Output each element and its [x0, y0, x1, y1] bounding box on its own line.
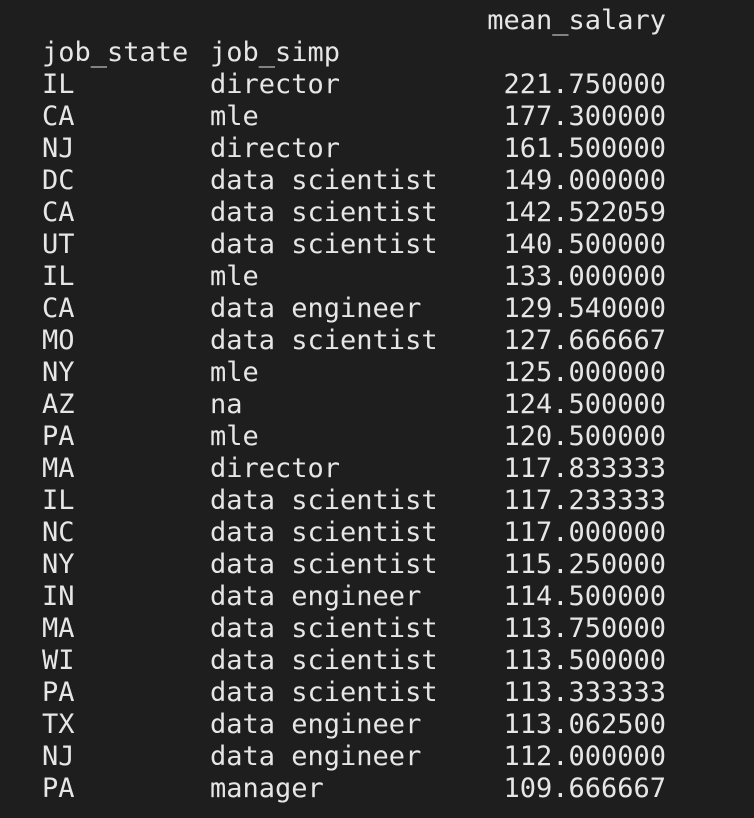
mean-salary-cell: 109.666667	[503, 773, 666, 804]
mean-salary-cell: 133.000000	[503, 261, 666, 292]
mean-salary-cell: 161.500000	[503, 133, 666, 164]
table-row: AZ na 124.500000	[0, 389, 754, 421]
job-simp-cell: data scientist	[210, 517, 438, 548]
job-state-cell: PA	[42, 421, 75, 452]
job-state-cell: AZ	[42, 389, 75, 420]
job-simp-header: job_simp	[210, 37, 341, 68]
index-header-line: job_state job_simp	[0, 37, 754, 69]
job-state-cell: MO	[42, 325, 75, 356]
table-row: NC data scientist 117.000000	[0, 517, 754, 549]
table-row: CA mle 177.300000	[0, 101, 754, 133]
table-row: MO data scientist 127.666667	[0, 325, 754, 357]
mean-salary-cell: 113.333333	[503, 677, 666, 708]
mean-salary-cell: 120.500000	[503, 421, 666, 452]
table-row: CA data engineer 129.540000	[0, 293, 754, 325]
job-simp-cell: data scientist	[210, 229, 438, 260]
mean-salary-cell: 117.833333	[503, 453, 666, 484]
mean-salary-cell: 140.500000	[503, 229, 666, 260]
mean-salary-cell: 115.250000	[503, 549, 666, 580]
table-row: UT data scientist 140.500000	[0, 229, 754, 261]
mean-salary-cell: 142.522059	[503, 197, 666, 228]
job-simp-cell: data scientist	[210, 197, 438, 228]
job-simp-cell: data scientist	[210, 613, 438, 644]
job-simp-cell: data scientist	[210, 645, 438, 676]
job-simp-cell: mle	[210, 357, 259, 388]
job-simp-cell: director	[210, 453, 341, 484]
mean-salary-cell: 113.062500	[503, 709, 666, 740]
job-simp-cell: data scientist	[210, 325, 438, 356]
table-row: DC data scientist 149.000000	[0, 165, 754, 197]
job-state-cell: IN	[42, 581, 75, 612]
job-state-cell: MA	[42, 453, 75, 484]
table-row: PA data scientist 113.333333	[0, 677, 754, 709]
job-state-cell: PA	[42, 773, 75, 804]
job-simp-cell: mle	[210, 261, 259, 292]
job-simp-cell: data scientist	[210, 549, 438, 580]
job-simp-cell: data scientist	[210, 485, 438, 516]
job-simp-cell: director	[210, 69, 341, 100]
table-row: CA data scientist 142.522059	[0, 197, 754, 229]
job-simp-cell: data engineer	[210, 709, 422, 740]
job-state-cell: DC	[42, 165, 75, 196]
mean-salary-header: mean_salary	[487, 5, 666, 36]
table-row: IN data engineer 114.500000	[0, 581, 754, 613]
mean-salary-cell: 113.500000	[503, 645, 666, 676]
mean-salary-cell: 112.000000	[503, 741, 666, 772]
job-state-cell: CA	[42, 293, 75, 324]
table-row: MA data scientist 113.750000	[0, 613, 754, 645]
job-state-cell: IL	[42, 485, 75, 516]
job-simp-cell: na	[210, 389, 243, 420]
job-state-cell: NY	[42, 549, 75, 580]
mean-salary-cell: 125.000000	[503, 357, 666, 388]
table-row: PA manager 109.666667	[0, 773, 754, 805]
mean-salary-cell: 114.500000	[503, 581, 666, 612]
job-simp-cell: data scientist	[210, 677, 438, 708]
job-state-cell: WI	[42, 645, 75, 676]
table-row: TX data engineer 113.062500	[0, 709, 754, 741]
mean-salary-cell: 127.666667	[503, 325, 666, 356]
table-row: IL director 221.750000	[0, 69, 754, 101]
mean-salary-cell: 129.540000	[503, 293, 666, 324]
job-simp-cell: mle	[210, 421, 259, 452]
job-simp-cell: data engineer	[210, 293, 422, 324]
job-state-cell: NJ	[42, 133, 75, 164]
job-state-cell: CA	[42, 101, 75, 132]
mean-salary-cell: 117.000000	[503, 517, 666, 548]
job-simp-cell: director	[210, 133, 341, 164]
table-row: NJ data engineer 112.000000	[0, 741, 754, 773]
job-simp-cell: data engineer	[210, 741, 422, 772]
mean-salary-cell: 113.750000	[503, 613, 666, 644]
table-row: MA director 117.833333	[0, 453, 754, 485]
job-simp-cell: data engineer	[210, 581, 422, 612]
table-row: NY mle 125.000000	[0, 357, 754, 389]
mean-salary-cell: 149.000000	[503, 165, 666, 196]
table-row: PA mle 120.500000	[0, 421, 754, 453]
table-row: WI data scientist 113.500000	[0, 645, 754, 677]
mean-salary-cell: 177.300000	[503, 101, 666, 132]
job-state-cell: TX	[42, 709, 75, 740]
job-simp-cell: data scientist	[210, 165, 438, 196]
table-row: IL data scientist 117.233333	[0, 485, 754, 517]
job-state-cell: IL	[42, 261, 75, 292]
job-state-header: job_state	[42, 37, 189, 68]
mean-salary-cell: 124.500000	[503, 389, 666, 420]
job-state-cell: IL	[42, 69, 75, 100]
table-row: NY data scientist 115.250000	[0, 549, 754, 581]
table-row: NJ director 161.500000	[0, 133, 754, 165]
job-state-cell: NY	[42, 357, 75, 388]
job-state-cell: PA	[42, 677, 75, 708]
job-state-cell: CA	[42, 197, 75, 228]
job-state-cell: NJ	[42, 741, 75, 772]
job-state-cell: NC	[42, 517, 75, 548]
job-state-cell: UT	[42, 229, 75, 260]
table-row: IL mle 133.000000	[0, 261, 754, 293]
value-header-line: mean_salary	[0, 5, 754, 37]
mean-salary-cell: 221.750000	[503, 69, 666, 100]
mean-salary-cell: 117.233333	[503, 485, 666, 516]
job-state-cell: MA	[42, 613, 75, 644]
dataframe-output: mean_salary job_state job_simp IL directo…	[0, 0, 754, 818]
job-simp-cell: manager	[210, 773, 324, 804]
job-simp-cell: mle	[210, 101, 259, 132]
